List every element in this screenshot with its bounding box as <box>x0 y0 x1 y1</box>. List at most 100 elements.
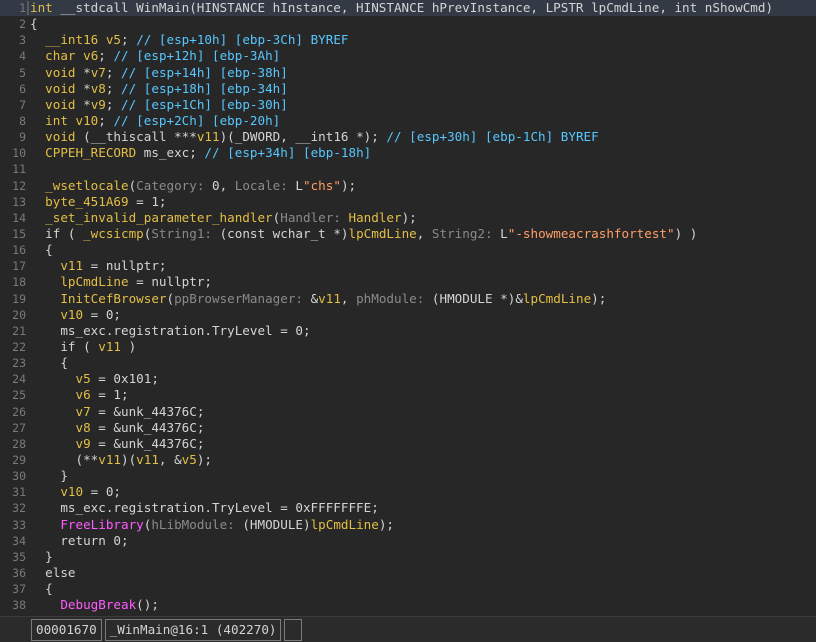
code-token[interactable]: ; <box>98 113 113 128</box>
code-token[interactable]: * <box>76 65 91 80</box>
code-token[interactable]: { <box>30 581 53 596</box>
code-token[interactable]: = nullptr; <box>83 258 167 273</box>
code-token[interactable] <box>30 597 60 612</box>
code-token[interactable]: v6 <box>83 48 98 63</box>
code-token[interactable]: ; <box>106 81 121 96</box>
code-token[interactable] <box>30 404 76 419</box>
code-token[interactable]: ); <box>197 452 212 467</box>
code-token[interactable] <box>30 291 60 306</box>
code-token[interactable]: v11 <box>60 258 83 273</box>
code-line[interactable]: 17 v11 = nullptr; <box>0 258 816 274</box>
code-token[interactable]: v5 <box>182 452 197 467</box>
code-token[interactable]: v8 <box>91 81 106 96</box>
code-token[interactable]: )( <box>121 452 136 467</box>
code-text[interactable]: v9 = &unk_44376C; <box>30 436 205 452</box>
code-text[interactable]: else <box>30 565 75 581</box>
code-token[interactable]: hLibModule: <box>151 517 242 532</box>
code-line[interactable]: 22 if ( v11 ) <box>0 339 816 355</box>
code-line[interactable]: 32 ms_exc.registration.TryLevel = 0xFFFF… <box>0 500 816 516</box>
code-line[interactable]: 27 v8 = &unk_44376C; <box>0 420 816 436</box>
code-token[interactable]: } <box>30 468 68 483</box>
code-token[interactable]: , <box>341 291 356 306</box>
code-line[interactable]: 10 CPPEH_RECORD ms_exc; // [esp+34h] [eb… <box>0 145 816 161</box>
code-token[interactable]: ms_exc.registration.TryLevel = 0xFFFFFFF… <box>30 500 378 515</box>
code-token[interactable]: = 1; <box>91 387 128 402</box>
code-token[interactable] <box>30 258 60 273</box>
code-token[interactable]: char <box>45 48 75 63</box>
code-token[interactable]: "-showmeacrashfortest" <box>508 226 675 241</box>
code-token[interactable]: Locale: <box>235 178 296 193</box>
code-text[interactable]: { <box>30 581 53 597</box>
code-token[interactable]: , <box>417 226 432 241</box>
code-token[interactable]: )(_DWORD, __int16 *); <box>220 129 387 144</box>
code-line[interactable]: 28 v9 = &unk_44376C; <box>0 436 816 452</box>
code-text[interactable]: void *v8; // [esp+18h] [ebp-34h] <box>30 81 288 97</box>
code-token[interactable]: Handler: <box>280 210 348 225</box>
code-token[interactable]: v11 <box>318 291 341 306</box>
code-token[interactable]: lpCmdLine <box>523 291 591 306</box>
code-text[interactable]: v6 = 1; <box>30 387 129 403</box>
code-token[interactable]: = &unk_44376C; <box>91 420 204 435</box>
code-token[interactable]: // [esp+10h] [ebp-3Ch] BYREF <box>136 32 348 47</box>
code-text[interactable]: _wsetlocale(Category: 0, Locale: L"chs")… <box>30 178 356 194</box>
code-token[interactable]: // [esp+2Ch] [ebp-20h] <box>113 113 280 128</box>
code-token[interactable]: v7 <box>76 404 91 419</box>
code-token[interactable]: void <box>45 97 75 112</box>
code-line[interactable]: 2{ <box>0 16 816 32</box>
code-text[interactable]: lpCmdLine = nullptr; <box>30 274 212 290</box>
code-token[interactable]: ); <box>402 210 417 225</box>
code-text[interactable]: { <box>30 16 38 32</box>
code-line[interactable]: 18 lpCmdLine = nullptr; <box>0 274 816 290</box>
code-line[interactable]: 30 } <box>0 468 816 484</box>
code-text[interactable]: InitCefBrowser(ppBrowserManager: &v11, p… <box>30 291 606 307</box>
code-text[interactable]: __int16 v5; // [esp+10h] [ebp-3Ch] BYREF <box>30 32 348 48</box>
code-token[interactable] <box>30 307 60 322</box>
code-token[interactable]: ); <box>341 178 356 193</box>
code-token[interactable]: (HMODULE) <box>242 517 310 532</box>
code-token[interactable]: = 1; <box>129 194 166 209</box>
pseudocode-editor[interactable]: 1 int __stdcall WinMain(HINSTANCE hInstan… <box>0 0 816 616</box>
code-token[interactable]: void <box>45 81 75 96</box>
code-token[interactable]: v10 <box>60 307 83 322</box>
code-token[interactable]: ) ) <box>675 226 698 241</box>
code-line[interactable]: 5 void *v7; // [esp+14h] [ebp-38h] <box>0 65 816 81</box>
code-token[interactable]: // [esp+12h] [ebp-3Ah] <box>113 48 280 63</box>
code-token[interactable]: } <box>30 549 53 564</box>
code-line[interactable]: 20 v10 = 0; <box>0 307 816 323</box>
code-token[interactable]: { <box>30 16 38 31</box>
code-token[interactable]: ) <box>121 339 137 354</box>
code-line[interactable]: 33 FreeLibrary(hLibModule: (HMODULE)lpCm… <box>0 517 816 533</box>
code-token[interactable]: v9 <box>76 436 91 451</box>
code-token[interactable]: ; <box>98 48 113 63</box>
code-token[interactable]: _set_invalid_parameter_handler <box>45 210 272 225</box>
code-token[interactable]: __int16 <box>45 32 98 47</box>
code-text[interactable]: DebugBreak(); <box>30 597 159 613</box>
code-line[interactable]: 19 InitCefBrowser(ppBrowserManager: &v11… <box>0 291 816 307</box>
code-token[interactable]: = 0; <box>83 307 121 322</box>
code-text[interactable]: ms_exc.registration.TryLevel = 0xFFFFFFF… <box>30 500 378 516</box>
code-token[interactable] <box>30 145 45 160</box>
code-token[interactable] <box>30 517 60 532</box>
code-text[interactable]: } <box>30 468 68 484</box>
code-token[interactable]: ); <box>379 517 394 532</box>
code-line[interactable]: 23 { <box>0 355 816 371</box>
code-token[interactable] <box>30 178 45 193</box>
code-token[interactable]: _wsetlocale <box>45 178 128 193</box>
code-token[interactable]: FreeLibrary <box>60 517 143 532</box>
code-line[interactable]: 21 ms_exc.registration.TryLevel = 0; <box>0 323 816 339</box>
code-token[interactable]: ppBrowserManager: <box>174 291 310 306</box>
code-token[interactable] <box>30 129 45 144</box>
code-token[interactable]: phModule: <box>356 291 432 306</box>
code-token[interactable]: // [esp+18h] [ebp-34h] <box>121 81 288 96</box>
code-token[interactable]: v11 <box>197 129 220 144</box>
code-text[interactable]: void (__thiscall ***v11)(_DWORD, __int16… <box>30 129 599 145</box>
code-token[interactable] <box>30 436 76 451</box>
code-token[interactable]: v6 <box>76 387 91 402</box>
code-token[interactable]: ( <box>167 291 175 306</box>
code-token[interactable]: L <box>500 226 508 241</box>
code-token[interactable]: * <box>76 97 91 112</box>
code-token[interactable]: ); <box>591 291 606 306</box>
code-token[interactable]: v11 <box>98 339 121 354</box>
code-line[interactable]: 26 v7 = &unk_44376C; <box>0 404 816 420</box>
code-line[interactable]: 24 v5 = 0x101; <box>0 371 816 387</box>
